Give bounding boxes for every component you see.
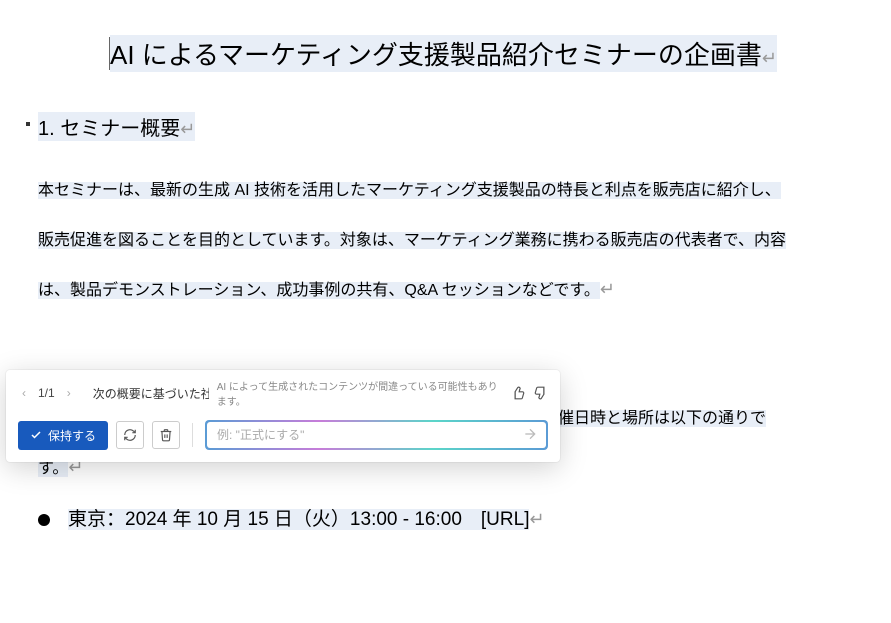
body-line: は、製品デモンストレーション、成功事例の共有、Q&A セッションなどです。: [38, 282, 600, 299]
section-heading: 1. セミナー概要↵: [38, 112, 195, 141]
ai-popup-actions: 保持する: [6, 414, 560, 462]
context-note: 次の概要に基づいた社...: [89, 385, 209, 402]
check-icon: [30, 429, 42, 441]
body-paragraph: 本セミナーは、最新の生成 AI 技術を活用したマーケティング支援製品の特長と利点…: [38, 176, 853, 300]
ai-popup-header: ‹ 1/1 › 次の概要に基づいた社... AI によって生成されたコンテンツが…: [6, 370, 560, 414]
context-note-text: 次の概要に基づいた社...: [93, 385, 209, 402]
body-line: 本セミナーは、最新の生成 AI 技術を活用したマーケティング支援製品の特長と利点…: [38, 182, 781, 199]
ai-disclaimer: AI によって生成されたコンテンツが間違っている可能性もあります。: [217, 378, 503, 408]
thumbs-down-button[interactable]: [533, 385, 548, 401]
document-body: AI によるマーケティング支援製品紹介セミナーの企画書↵ 1. セミナー概要↵ …: [0, 0, 891, 551]
title-text: AI によるマーケティング支援製品紹介セミナーの企画書: [110, 40, 762, 70]
thumbs-down-icon: [534, 386, 548, 400]
thumbs-up-button[interactable]: [511, 385, 526, 401]
arrow-right-icon: [522, 426, 538, 442]
paragraph-mark-icon: ↵: [180, 119, 195, 139]
paragraph-mark-icon: ↵: [600, 279, 615, 299]
keep-button-label: 保持する: [48, 427, 96, 444]
paragraph-mark-icon: ↵: [762, 48, 777, 68]
list-item-text: 東京：2024 年 10 月 15 日（火）13:00 - 16:00 [URL…: [68, 509, 529, 530]
ai-suggestion-popup: ‹ 1/1 › 次の概要に基づいた社... AI によって生成されたコンテンツが…: [6, 370, 560, 462]
delete-button[interactable]: [152, 421, 180, 449]
send-button[interactable]: [522, 426, 538, 445]
refresh-icon: [123, 428, 137, 442]
regenerate-button[interactable]: [116, 421, 144, 449]
heading-bullet-icon: [26, 122, 30, 126]
keep-button[interactable]: 保持する: [18, 421, 108, 450]
document-title: AI によるマーケティング支援製品紹介セミナーの企画書↵: [110, 35, 777, 72]
prompt-input[interactable]: [207, 422, 522, 448]
prev-suggestion-button[interactable]: ‹: [18, 384, 30, 402]
body-line: 催日時と場所は以下の通りで: [558, 410, 766, 427]
paragraph-mark-icon: ↵: [529, 509, 544, 529]
next-suggestion-button[interactable]: ›: [63, 384, 75, 402]
section-heading-text: 1. セミナー概要: [38, 118, 180, 140]
separator: [192, 423, 193, 447]
bullet-icon: [38, 514, 50, 526]
thumbs-up-icon: [511, 386, 525, 400]
body-line: 販売促進を図ることを目的としています。対象は、マーケティング業務に携わる販売店の…: [38, 232, 786, 249]
prompt-field-wrap: [205, 420, 548, 450]
body-line: す。: [38, 460, 68, 477]
trash-icon: [159, 428, 173, 442]
suggestion-count: 1/1: [38, 386, 55, 400]
list-item: 東京：2024 年 10 月 15 日（火）13:00 - 16:00 [URL…: [38, 504, 871, 531]
